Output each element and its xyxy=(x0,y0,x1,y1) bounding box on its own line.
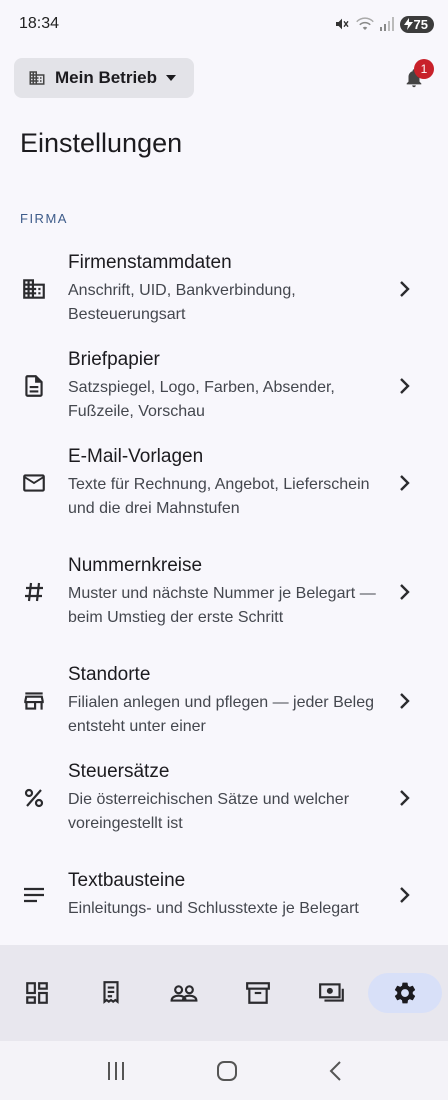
settings-list: Firmenstammdaten Anschrift, UID, Bankver… xyxy=(0,240,448,943)
settings-item-nummernkreise[interactable]: Nummernkreise Muster und nächste Nummer … xyxy=(0,531,448,652)
bottom-navigation xyxy=(0,945,448,1041)
chevron-right-icon xyxy=(400,280,410,297)
item-title: E-Mail-Vorlagen xyxy=(68,445,204,467)
settings-item-steuersaetze[interactable]: Steuersätze Die österreichischen Sätze u… xyxy=(0,749,448,846)
item-subtitle: Filialen anlegen und pflegen — jeder Bel… xyxy=(68,693,374,735)
mute-icon xyxy=(335,18,349,30)
chevron-right-icon xyxy=(400,886,410,903)
payments-icon xyxy=(318,983,344,1002)
settings-item-briefpapier[interactable]: Briefpapier Satzspiegel, Logo, Farben, A… xyxy=(0,337,448,434)
chevron-right-icon xyxy=(400,474,410,491)
nav-payments[interactable] xyxy=(295,973,369,1013)
item-subtitle: Die österreichischen Sätze und welcher v… xyxy=(68,790,350,832)
top-bar: Mein Betrieb 1 xyxy=(14,58,434,98)
chevron-right-icon xyxy=(400,377,410,394)
dashboard-icon xyxy=(25,982,48,1004)
business-icon xyxy=(29,71,45,85)
settings-item-textbausteine[interactable]: Textbausteine Einleitungs- und Schlusste… xyxy=(0,846,448,943)
archive-icon xyxy=(245,982,270,1004)
recent-apps-icon[interactable] xyxy=(105,1061,127,1081)
nav-dashboard[interactable] xyxy=(0,973,74,1013)
status-time: 18:34 xyxy=(19,15,60,32)
nav-invoices[interactable] xyxy=(74,973,148,1013)
item-subtitle: Anschrift, UID, Bankverbindung, Besteuer… xyxy=(68,281,296,323)
battery-level: 75 xyxy=(413,16,428,32)
notification-badge: 1 xyxy=(414,59,434,79)
item-subtitle: Einleitungs- und Schlusstexte je Belegar… xyxy=(68,899,359,917)
item-title: Firmenstammdaten xyxy=(68,251,232,273)
chevron-right-icon xyxy=(400,583,410,600)
status-icons: 75 xyxy=(334,15,434,33)
mail-icon xyxy=(20,469,48,497)
page-title: Einstellungen xyxy=(20,128,183,158)
back-icon[interactable] xyxy=(327,1060,343,1082)
item-subtitle: Texte für Rechnung, Angebot, Lieferschei… xyxy=(68,475,370,517)
item-title: Standorte xyxy=(68,663,151,685)
charging-icon xyxy=(403,18,413,30)
text-lines-icon xyxy=(20,881,48,909)
item-title: Nummernkreise xyxy=(68,554,203,576)
home-icon[interactable] xyxy=(216,1060,238,1082)
hash-icon xyxy=(20,578,48,606)
settings-item-standorte[interactable]: Standorte Filialen anlegen und pflegen —… xyxy=(0,652,448,749)
dropdown-arrow-icon xyxy=(166,75,177,81)
system-navigation xyxy=(0,1041,448,1100)
signal-icon xyxy=(379,17,394,31)
business-icon xyxy=(20,275,48,303)
people-icon xyxy=(170,985,198,1002)
item-subtitle: Satzspiegel, Logo, Farben, Absender, Fuß… xyxy=(68,378,335,420)
item-subtitle: Muster und nächste Nummer je Belegart — … xyxy=(68,584,376,626)
nav-archive[interactable] xyxy=(221,973,295,1013)
notifications-button[interactable]: 1 xyxy=(394,58,434,98)
nav-customers[interactable] xyxy=(147,973,221,1013)
store-icon xyxy=(20,687,48,715)
status-bar: 18:34 75 xyxy=(0,0,448,48)
item-title: Steuersätze xyxy=(68,760,170,782)
document-icon xyxy=(20,372,48,400)
business-label: Mein Betrieb xyxy=(55,68,158,87)
chevron-right-icon xyxy=(400,789,410,806)
percent-icon xyxy=(20,784,48,812)
item-title: Textbausteine xyxy=(68,869,186,891)
business-selector[interactable]: Mein Betrieb xyxy=(14,58,195,98)
section-header: FIRMA xyxy=(20,211,68,226)
settings-icon xyxy=(395,982,416,1004)
battery-indicator: 75 xyxy=(399,15,434,33)
receipt-icon xyxy=(102,981,119,1004)
chevron-right-icon xyxy=(400,692,410,709)
item-title: Briefpapier xyxy=(68,348,160,370)
nav-settings[interactable] xyxy=(368,973,443,1013)
wifi-icon xyxy=(355,17,374,30)
settings-item-email-vorlagen[interactable]: E-Mail-Vorlagen Texte für Rechnung, Ange… xyxy=(0,434,448,531)
settings-item-firmenstammdaten[interactable]: Firmenstammdaten Anschrift, UID, Bankver… xyxy=(0,240,448,337)
